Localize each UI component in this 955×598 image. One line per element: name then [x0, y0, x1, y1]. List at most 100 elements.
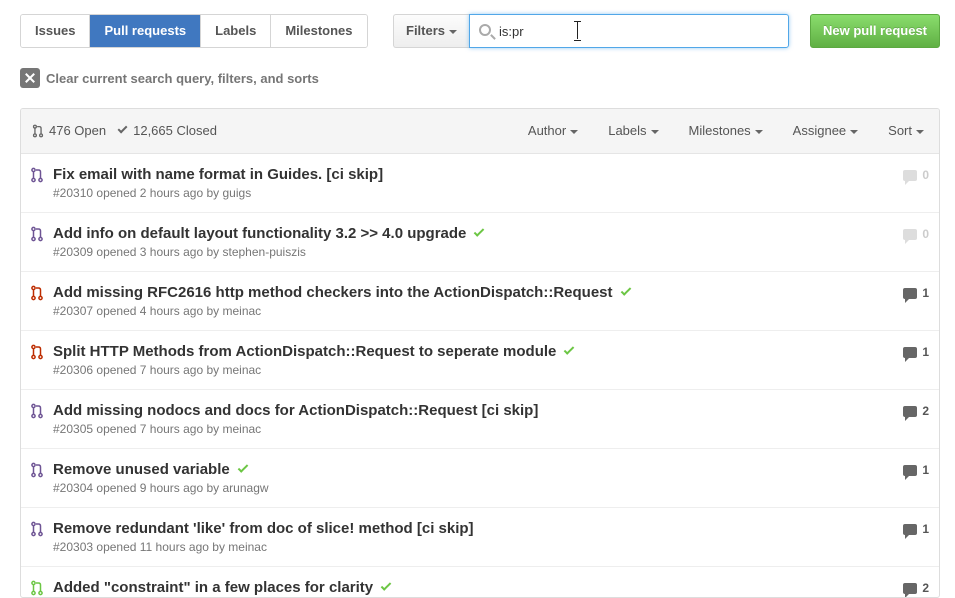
pr-number: #20309: [53, 245, 94, 259]
pr-title-link[interactable]: Add missing nodocs and docs for ActionDi…: [53, 402, 538, 419]
new-pull-request-button[interactable]: New pull request: [810, 14, 940, 48]
comment-icon: [903, 228, 918, 244]
comment-icon: [903, 464, 918, 480]
closed-filter[interactable]: 12,665 Closed: [116, 123, 217, 138]
pr-opened: opened 9 hours ago by: [96, 481, 220, 495]
pr-title: Fix email with name format in Guides. [c…: [53, 166, 384, 183]
state-filters: 476 Open 12,665 Closed: [32, 123, 227, 138]
pr-title-link[interactable]: Remove unused variable: [53, 461, 249, 478]
comments-link[interactable]: 0: [903, 227, 929, 244]
pr-author-link[interactable]: arunagw: [223, 481, 269, 495]
search-input[interactable]: [499, 15, 779, 47]
pr-title-link[interactable]: Fix email with name format in Guides. [c…: [53, 166, 383, 183]
sort-dropdown[interactable]: Sort: [888, 123, 924, 138]
open-filter[interactable]: 476 Open: [32, 123, 106, 138]
comment-icon: [903, 523, 918, 539]
table-row: Fix email with name format in Guides. [c…: [21, 154, 939, 213]
comments-link[interactable]: 1: [903, 345, 929, 362]
git-pull-request-icon: [31, 226, 43, 242]
pr-title-link[interactable]: Split HTTP Methods from ActionDispatch::…: [53, 343, 575, 360]
status-success-icon[interactable]: [474, 226, 485, 237]
pr-number: #20304: [53, 481, 94, 495]
status-success-icon[interactable]: [380, 580, 392, 591]
clear-filters-label: Clear current search query, filters, and…: [46, 70, 319, 86]
text-cursor-icon: [574, 21, 582, 41]
caret-down-icon: [754, 129, 763, 134]
assignee-dropdown[interactable]: Assignee: [793, 123, 859, 138]
closed-count: 12,665 Closed: [133, 123, 217, 138]
sort-label: Sort: [888, 123, 912, 138]
tab-issues[interactable]: Issues: [21, 15, 91, 47]
search-box[interactable]: [469, 14, 789, 48]
search-icon: [479, 24, 491, 36]
comments-link[interactable]: 1: [903, 463, 929, 480]
pr-opened: opened 2 hours ago by: [96, 186, 220, 200]
comments-link[interactable]: 2: [903, 404, 929, 421]
pr-title-link[interactable]: Add missing RFC2616 http method checkers…: [53, 284, 631, 301]
pr-title-link[interactable]: Remove redundant 'like' from doc of slic…: [53, 520, 474, 537]
pr-author-link[interactable]: meinac: [228, 540, 267, 554]
pr-number: #20305: [53, 422, 94, 436]
pr-title: Add info on default layout functionality…: [53, 225, 467, 242]
status-success-icon[interactable]: [564, 344, 575, 355]
pr-opened: opened 3 hours ago by: [96, 245, 220, 259]
filters-button[interactable]: Filters: [393, 14, 469, 48]
pr-number: #20310: [53, 186, 94, 200]
pr-author-link[interactable]: stephen-puiszis: [223, 245, 306, 259]
pr-opened: opened 4 hours ago by: [96, 304, 220, 318]
milestones-label: Milestones: [688, 123, 751, 138]
comments-link[interactable]: 0: [903, 168, 929, 185]
pr-meta: #20305 opened 7 hours ago by meinac: [53, 422, 261, 436]
comment-count: 2: [922, 404, 929, 418]
git-pull-request-icon: [32, 124, 44, 137]
caret-down-icon: [570, 129, 579, 134]
git-pull-request-icon: [31, 521, 43, 537]
comments-link[interactable]: 1: [903, 522, 929, 539]
labels-dropdown[interactable]: Labels: [608, 123, 659, 138]
table-row: Added "constraint" in a few places for c…: [21, 567, 939, 597]
comment-count: 1: [922, 522, 929, 536]
pull-request-rows: Fix email with name format in Guides. [c…: [21, 154, 939, 597]
tab-pull-requests[interactable]: Pull requests: [90, 15, 202, 47]
pr-opened: opened 7 hours ago by: [96, 422, 220, 436]
sort-filters: Author Labels Milestones Assignee Sort: [498, 123, 924, 138]
caret-down-icon: [850, 129, 859, 134]
author-dropdown[interactable]: Author: [528, 123, 579, 138]
tab-labels[interactable]: Labels: [201, 15, 272, 47]
pr-author-link[interactable]: meinac: [223, 363, 262, 377]
open-count: 476 Open: [49, 123, 107, 138]
comment-icon: [903, 169, 918, 185]
pr-meta: #20309 opened 3 hours ago by stephen-pui…: [53, 245, 306, 259]
comment-count: 1: [922, 345, 929, 359]
pr-number: #20306: [53, 363, 94, 377]
labels-label: Labels: [608, 123, 647, 138]
comment-count: 0: [922, 227, 929, 241]
comment-icon: [903, 287, 918, 303]
status-success-icon[interactable]: [237, 462, 249, 473]
comment-icon: [903, 405, 918, 421]
milestones-dropdown[interactable]: Milestones: [689, 123, 763, 138]
comments-link[interactable]: 2: [903, 581, 929, 597]
pr-title-link[interactable]: Added "constraint" in a few places for c…: [53, 579, 392, 596]
pull-request-list: 476 Open 12,665 Closed Author Labels Mil…: [20, 108, 940, 598]
table-row: Remove unused variable #20304 opened 9 ho…: [21, 449, 939, 508]
comment-count: 1: [922, 286, 929, 300]
pr-meta: #20304 opened 9 hours ago by arunagw: [53, 481, 269, 495]
pr-author-link[interactable]: meinac: [223, 304, 262, 318]
tab-milestones[interactable]: Milestones: [271, 15, 367, 47]
comment-icon: [903, 346, 918, 362]
pr-opened: opened 7 hours ago by: [96, 363, 220, 377]
caret-down-icon: [916, 129, 924, 134]
pr-author-link[interactable]: guigs: [223, 186, 252, 200]
pr-author-link[interactable]: meinac: [223, 422, 262, 436]
list-header: 476 Open 12,665 Closed Author Labels Mil…: [21, 109, 939, 154]
table-row: Add missing RFC2616 http method checkers…: [21, 272, 939, 331]
clear-filters-link[interactable]: Clear current search query, filters, and…: [20, 68, 319, 88]
table-row: Add missing nodocs and docs for ActionDi…: [21, 390, 939, 449]
git-pull-request-icon: [31, 403, 43, 419]
pr-title-link[interactable]: Add info on default layout functionality…: [53, 225, 485, 242]
close-icon: [20, 68, 40, 88]
comments-link[interactable]: 1: [903, 286, 929, 303]
status-success-icon[interactable]: [620, 285, 631, 296]
pr-title: Split HTTP Methods from ActionDispatch::…: [53, 343, 557, 360]
